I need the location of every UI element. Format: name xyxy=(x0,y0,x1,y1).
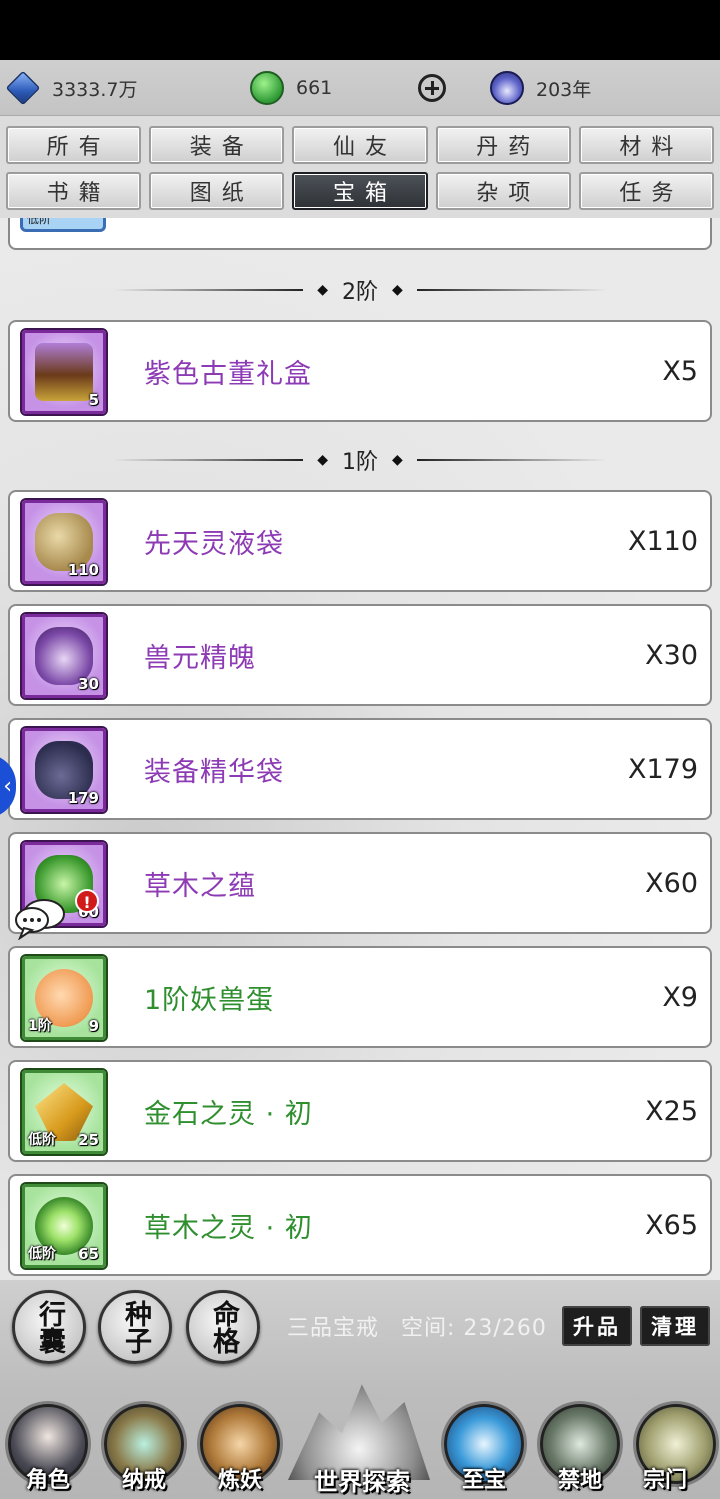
list-item[interactable]: 60 ! 草木之蕴 X60 xyxy=(8,832,712,934)
tier-badge: 低阶 xyxy=(28,1132,56,1148)
list-item[interactable]: 179 装备精华袋 X179 xyxy=(8,718,712,820)
nav-refine-beast-label: 炼妖 xyxy=(217,1467,262,1493)
lifespan-amount: 203年 xyxy=(536,78,592,101)
list-item[interactable]: 30 兽元精魄 X30 xyxy=(8,604,712,706)
tab-companions[interactable]: 仙友 xyxy=(292,126,428,164)
beast-egg-icon: 1阶 9 xyxy=(22,956,106,1040)
plus-circle-icon[interactable] xyxy=(418,74,446,102)
seeds-button[interactable]: 种子 xyxy=(98,1290,172,1364)
nav-character-label: 角色 xyxy=(25,1467,70,1493)
tier-label: 1阶 xyxy=(342,450,378,475)
bag-button[interactable]: 行囊 xyxy=(12,1290,86,1364)
diamond-icon: ◆ xyxy=(392,282,403,298)
diamond-icon: ◆ xyxy=(317,282,328,298)
tier-badge: 1阶 xyxy=(28,1018,52,1034)
tab-quests[interactable]: 任务 xyxy=(578,172,715,210)
spirit-energy-resource: 661 xyxy=(250,60,332,116)
count-badge: 30 xyxy=(78,675,99,693)
item-quantity: X25 xyxy=(645,1095,698,1127)
bottom-panel: 行囊 种子 命格 三品宝戒 空间: 23/260 升品 清理 角色 纳戒 炼妖 … xyxy=(0,1280,720,1499)
nav-sect-label: 宗门 xyxy=(642,1467,687,1493)
item-quantity: X60 xyxy=(645,867,698,899)
item-quantity: X110 xyxy=(627,525,698,557)
equipment-bag-icon: 179 xyxy=(22,728,106,812)
item-name: 装备精华袋 xyxy=(144,756,284,788)
count-badge: 65 xyxy=(78,1245,99,1263)
metal-spirit-icon: 低阶 25 xyxy=(22,1070,106,1154)
item-name: 紫色古董礼盒 xyxy=(144,358,312,390)
chat-bubble-icon[interactable] xyxy=(14,898,66,940)
nav-storage-ring-label: 纳戒 xyxy=(121,1467,166,1493)
tier-badge: 低阶 xyxy=(28,1246,56,1262)
category-tabs: 所有 装备 仙友 丹药 材料 书籍 图纸 宝箱 杂项 任务 xyxy=(6,126,715,218)
wood-spirit-icon: 低阶 65 xyxy=(22,1184,106,1268)
fate-button[interactable]: 命格 xyxy=(186,1290,260,1364)
spirit-drop-icon xyxy=(250,71,284,105)
side-arrow-icon: ‹ xyxy=(3,773,12,799)
item-quantity: X30 xyxy=(645,639,698,671)
tier-divider: ◆ 2阶 ◆ xyxy=(0,270,720,310)
list-item[interactable]: 5 紫色古董礼盒 X5 xyxy=(8,320,712,422)
list-item[interactable]: 1阶 9 1阶妖兽蛋 X9 xyxy=(8,946,712,1048)
spirit-stone-resource: 3333.7万 xyxy=(5,60,138,116)
space-usage: 空间: 23/260 xyxy=(401,1316,547,1341)
meditation-icon xyxy=(490,71,524,105)
item-list[interactable]: 低阶 ◆ 2阶 ◆ 5 紫色古董礼盒 X5 ◆ 1阶 ◆ 110 先天灵液袋 X… xyxy=(0,218,720,1280)
spirit-stone-amount: 3333.7万 xyxy=(52,78,138,101)
count-badge: 179 xyxy=(67,789,99,807)
tab-blueprints[interactable]: 图纸 xyxy=(149,172,285,210)
tab-pills[interactable]: 丹药 xyxy=(435,126,571,164)
spirit-stone-icon xyxy=(5,70,41,106)
status-bar xyxy=(0,0,720,60)
item-quantity: X9 xyxy=(662,981,698,1013)
lifespan-resource: 203年 xyxy=(490,60,591,116)
diamond-icon: ◆ xyxy=(392,452,403,468)
liquid-bag-icon: 110 xyxy=(22,500,106,584)
cleanup-button[interactable]: 清理 xyxy=(640,1306,710,1346)
alert-badge: ! xyxy=(75,889,99,913)
item-name: 先天灵液袋 xyxy=(144,528,284,560)
tier-label: 2阶 xyxy=(342,280,378,305)
diamond-icon: ◆ xyxy=(317,452,328,468)
item-name: 草木之蕴 xyxy=(144,870,256,902)
spirit-energy-amount: 661 xyxy=(296,77,333,99)
item-name: 兽元精魄 xyxy=(144,642,256,674)
item-thumbnail: 低阶 xyxy=(20,218,106,232)
beast-soul-icon: 30 xyxy=(22,614,106,698)
resource-bar: 3333.7万 661 203年 xyxy=(0,60,720,116)
treasure-chest-icon: 5 xyxy=(22,330,106,414)
count-badge: 110 xyxy=(67,561,99,579)
item-name: 草木之灵 · 初 xyxy=(144,1212,313,1244)
count-badge: 9 xyxy=(88,1017,99,1035)
tier-badge: 低阶 xyxy=(27,218,52,226)
list-item-partial[interactable]: 低阶 xyxy=(8,218,712,250)
list-item[interactable]: 110 先天灵液袋 X110 xyxy=(8,490,712,592)
ring-capacity: 三品宝戒 空间: 23/260 xyxy=(287,1310,561,1342)
add-resource[interactable] xyxy=(418,60,446,116)
item-quantity: X5 xyxy=(662,355,698,387)
tier-divider: ◆ 1阶 ◆ xyxy=(0,440,720,480)
list-item[interactable]: 低阶 65 草木之灵 · 初 X65 xyxy=(8,1174,712,1276)
count-badge: 5 xyxy=(88,391,99,409)
tab-equipment[interactable]: 装备 xyxy=(149,126,285,164)
tab-all[interactable]: 所有 xyxy=(6,126,142,164)
item-quantity: X179 xyxy=(627,753,698,785)
tab-books[interactable]: 书籍 xyxy=(6,172,142,210)
tab-misc[interactable]: 杂项 xyxy=(435,172,571,210)
upgrade-ring-button[interactable]: 升品 xyxy=(562,1306,632,1346)
tab-chests[interactable]: 宝箱 xyxy=(292,172,428,210)
item-name: 1阶妖兽蛋 xyxy=(144,984,275,1016)
tab-materials[interactable]: 材料 xyxy=(578,126,715,164)
item-quantity: X65 xyxy=(645,1209,698,1241)
count-badge: 25 xyxy=(78,1131,99,1149)
nav-treasure-label: 至宝 xyxy=(461,1467,506,1493)
ring-name: 三品宝戒 xyxy=(287,1316,380,1341)
nav-world-explore-label: 世界探索 xyxy=(314,1467,410,1496)
item-name: 金石之灵 · 初 xyxy=(144,1098,313,1130)
list-item[interactable]: 低阶 25 金石之灵 · 初 X25 xyxy=(8,1060,712,1162)
